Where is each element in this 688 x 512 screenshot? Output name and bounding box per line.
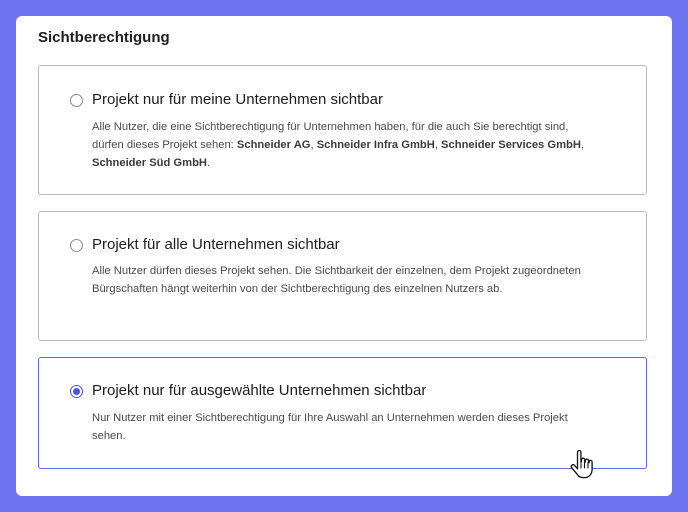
company-name: Schneider Services GmbH (441, 139, 581, 151)
hand-pointer-icon (570, 450, 593, 479)
option-my-companies[interactable]: Projekt nur für meine Unternehmen sichtb… (38, 65, 647, 195)
section-title: Sichtberechtigung (38, 29, 170, 46)
option-description: Nur Nutzer mit einer Sichtberechtigung f… (92, 412, 568, 442)
separator: , (580, 139, 585, 151)
visibility-settings-card: Sichtberechtigung Projekt nur für meine … (16, 16, 672, 496)
radio-all-companies[interactable] (70, 239, 83, 252)
radio-checked-dot (73, 388, 80, 395)
option-title: Projekt nur für meine Unternehmen sichtb… (92, 91, 383, 108)
radio-my-companies[interactable] (70, 94, 83, 107)
option-title: Projekt nur für ausgewählte Unternehmen … (92, 382, 427, 399)
description-suffix: . (207, 157, 211, 169)
company-name: Schneider Süd GmbH (92, 157, 207, 169)
option-description: Alle Nutzer dürfen dieses Projekt sehen.… (92, 265, 581, 295)
option-selected-companies[interactable]: Projekt nur für ausgewählte Unternehmen … (38, 357, 647, 469)
company-name: Schneider Infra GmbH (316, 139, 435, 151)
option-title: Projekt für alle Unternehmen sichtbar (92, 236, 340, 253)
radio-selected-companies[interactable] (70, 385, 83, 398)
option-description: Alle Nutzer, die eine Sichtberechtigung … (92, 118, 592, 172)
company-name: Schneider AG (236, 139, 311, 151)
option-all-companies[interactable]: Projekt für alle Unternehmen sichtbar Al… (38, 211, 647, 341)
